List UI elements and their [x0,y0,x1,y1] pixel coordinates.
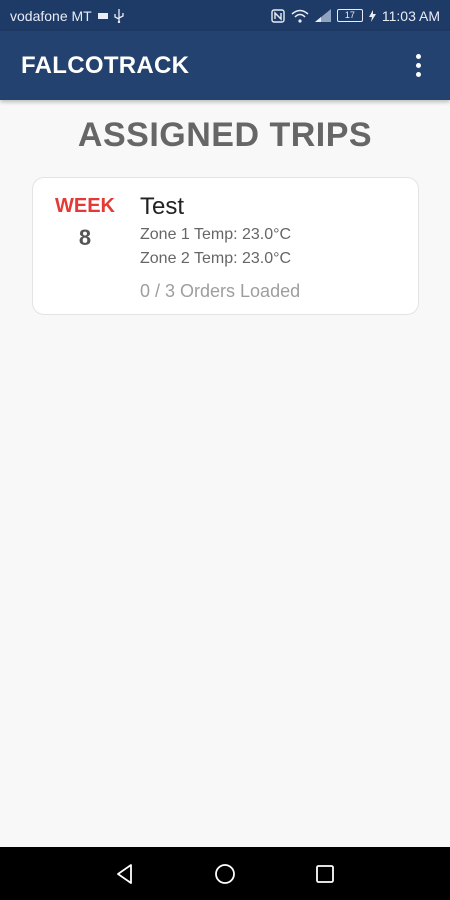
zone1-temp: Zone 1 Temp: 23.0°C [140,226,292,243]
battery-icon: 17 [336,9,363,22]
week-number: 8 [78,225,92,250]
status-bar-left: vodafone MT [10,8,124,24]
zone2-temp: Zone 2 Temp: 23.0°C [140,250,292,267]
trip-name: Test [140,193,185,220]
nav-bar [0,847,450,900]
nfc-icon [271,8,285,23]
charging-icon [368,9,376,22]
carrier-label: vodafone MT [10,7,92,24]
back-icon[interactable] [105,854,145,894]
page-title: ASSIGNED TRIPS [77,116,373,154]
menu-dot [415,63,421,68]
app-bar: FALCOTRACK [0,31,450,100]
notification-icon [97,12,108,20]
week-label: WEEK [55,195,115,217]
usb-icon [114,8,124,23]
menu-dot [415,54,421,59]
menu-dot [415,72,421,77]
app-title: FALCOTRACK [21,51,190,79]
status-bar: vodafone MT 17 11:03 AM [0,0,450,31]
clock: 11:03 AM [381,7,440,24]
recents-icon[interactable] [305,854,345,894]
wifi-icon [291,9,309,23]
orders-loaded: 0 / 3 Orders Loaded [140,281,301,301]
signal-icon [314,9,331,22]
home-icon[interactable] [205,854,245,894]
status-bar-right: 17 11:03 AM [271,8,440,24]
more-vert-icon[interactable] [404,46,432,86]
trip-card[interactable]: WEEK 8 Test Zone 1 Temp: 23.0°C Zone 2 T… [32,177,419,315]
